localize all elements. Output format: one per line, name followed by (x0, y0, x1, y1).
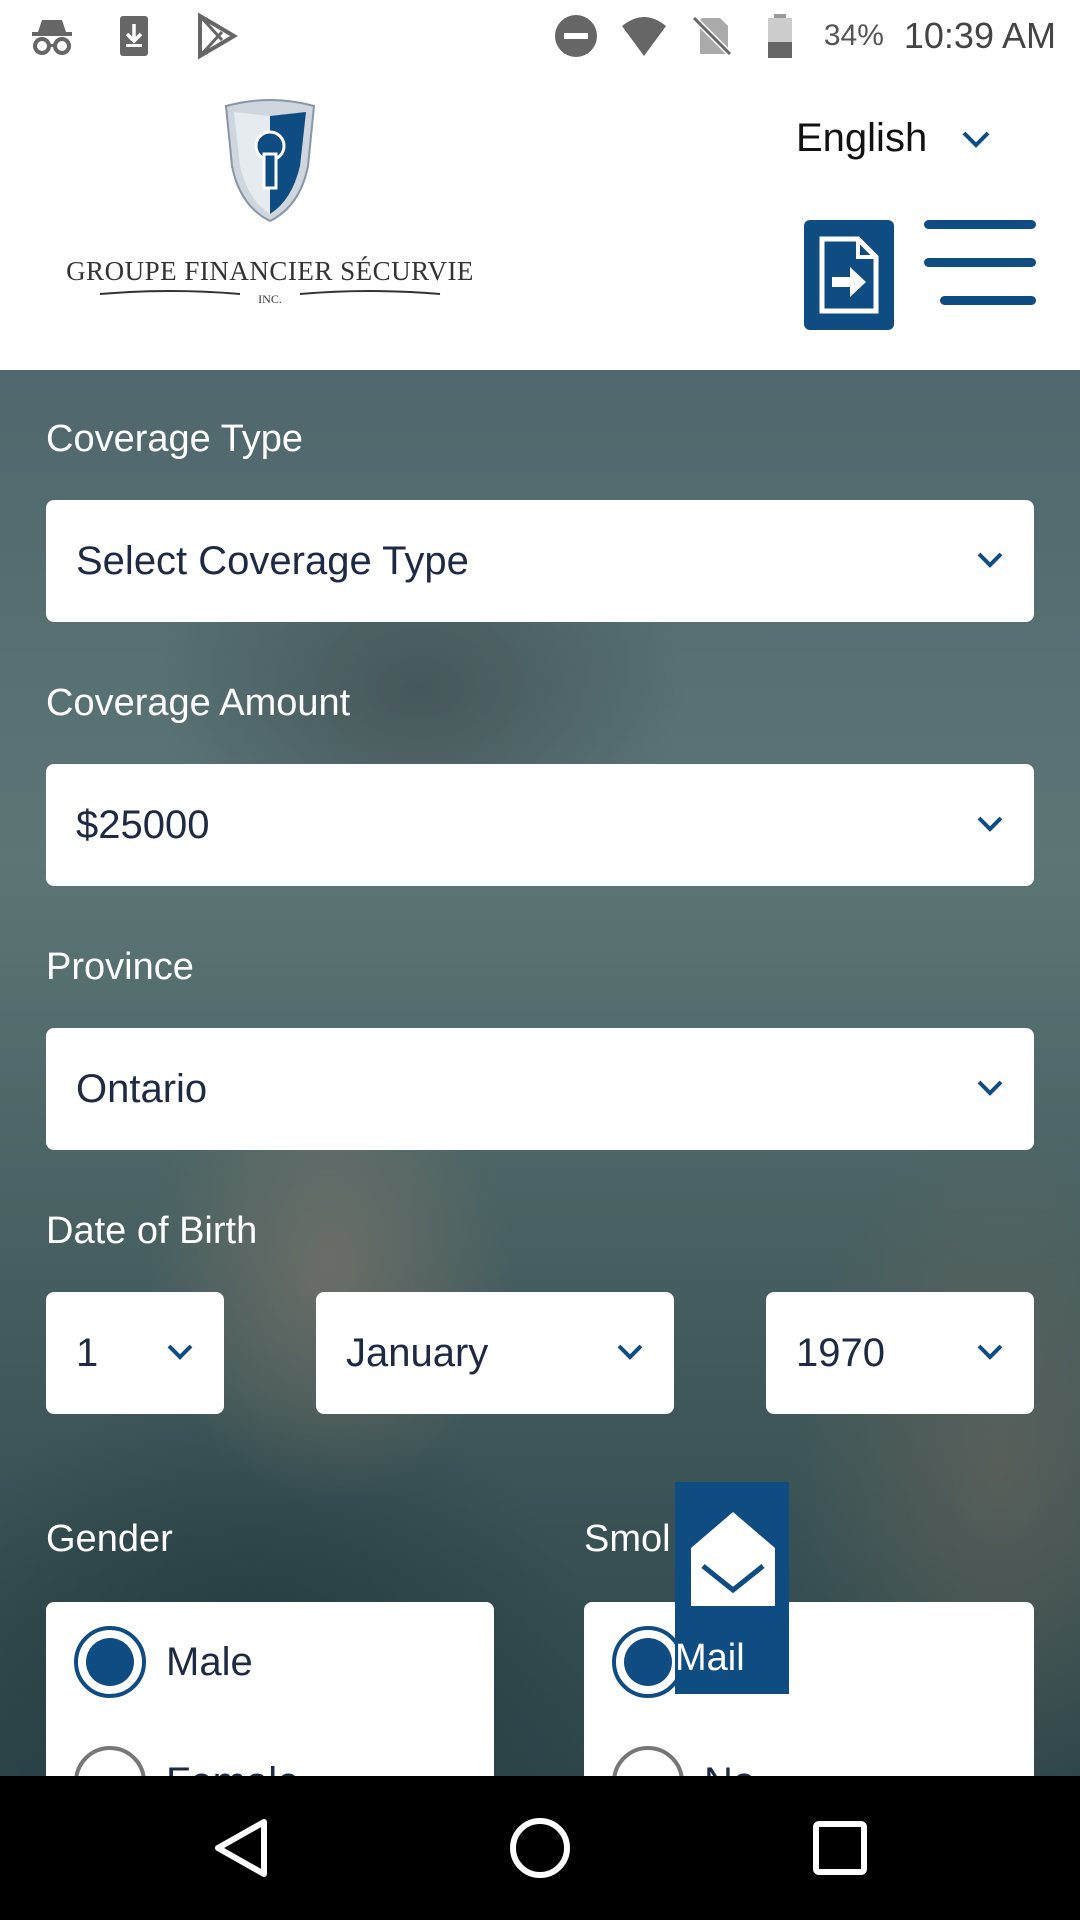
menu-line (924, 258, 1036, 267)
coverage-type-label: Coverage Type (46, 418, 304, 460)
chevron-down-icon (167, 1344, 193, 1360)
status-bar: 34% 10:39 AM (0, 0, 1080, 74)
chevron-down-icon (977, 816, 1003, 832)
coverage-amount-label: Coverage Amount (46, 682, 351, 724)
quote-form: Coverage Type Select Coverage Type Cover… (0, 370, 1080, 1776)
smoker-option-no[interactable]: No (612, 1746, 755, 1776)
logo-text: GROUPE FINANCIER SÉCURVIE (66, 256, 474, 286)
province-value: Ontario (76, 1067, 208, 1111)
gender-radio-group: Male Female (46, 1602, 494, 1776)
recents-button[interactable] (800, 1808, 880, 1888)
gender-option-label: Male (166, 1639, 253, 1684)
shield-keyhole-icon (224, 99, 316, 223)
coverage-amount-select[interactable]: $25000 (46, 764, 1034, 886)
dob-year-select[interactable]: 1970 (766, 1292, 1034, 1414)
radio-unselected-icon[interactable] (612, 1746, 684, 1776)
smoker-label: Smol (584, 1518, 671, 1560)
chevron-down-icon (617, 1344, 643, 1360)
mail-button[interactable]: Mail (675, 1482, 789, 1694)
back-triangle-icon (215, 1819, 267, 1877)
dob-day-value: 1 (76, 1331, 99, 1375)
play-store-icon (198, 12, 238, 60)
gender-option-label: Female (166, 1760, 299, 1777)
download-icon (120, 16, 148, 56)
province-label: Province (46, 946, 194, 988)
battery-icon (767, 14, 792, 58)
chevron-down-icon (977, 1080, 1003, 1096)
android-nav-bar (0, 1776, 1080, 1920)
radio-selected-icon[interactable] (74, 1626, 146, 1698)
quote-form-section: Coverage Type Select Coverage Type Cover… (0, 370, 1080, 1776)
radio-selected-icon[interactable] (612, 1626, 684, 1698)
gender-label: Gender (46, 1518, 173, 1560)
home-button[interactable] (500, 1808, 580, 1888)
gender-option-female[interactable]: Female (74, 1746, 299, 1776)
home-circle-icon (510, 1818, 570, 1878)
envelope-icon (691, 1512, 775, 1606)
coverage-amount-value: $25000 (76, 803, 210, 847)
back-button[interactable] (202, 1808, 282, 1888)
chevron-down-icon (962, 131, 990, 148)
smoker-option-label: No (704, 1760, 755, 1777)
mail-label: Mail (675, 1637, 745, 1679)
gender-option-male[interactable]: Male (74, 1626, 253, 1698)
menu-line (924, 220, 1036, 229)
coverage-type-select[interactable]: Select Coverage Type (46, 500, 1034, 622)
dob-day-select[interactable]: 1 (46, 1292, 224, 1414)
date-of-birth-label: Date of Birth (46, 1210, 258, 1252)
company-logo[interactable]: GROUPE FINANCIER SÉCURVIE INC. (60, 96, 480, 306)
site-header: GROUPE FINANCIER SÉCURVIE INC. English (0, 74, 1080, 370)
coverage-type-value: Select Coverage Type (76, 539, 469, 583)
smoker-radio-group: No (584, 1602, 1034, 1776)
radio-unselected-icon[interactable] (74, 1746, 146, 1776)
file-login-icon (819, 236, 879, 314)
dob-year-value: 1970 (796, 1331, 885, 1375)
incognito-icon (32, 20, 72, 55)
province-select[interactable]: Ontario (46, 1028, 1034, 1150)
logo-suffix: INC. (258, 292, 282, 306)
dob-month-value: January (346, 1331, 489, 1375)
wifi-icon (621, 17, 666, 56)
hamburger-menu-button[interactable] (924, 220, 1036, 310)
menu-line (940, 296, 1036, 305)
dob-month-select[interactable]: January (316, 1292, 674, 1414)
battery-percent: 34% (823, 19, 884, 52)
clock: 10:39 AM (903, 15, 1056, 56)
recents-square-icon (813, 1821, 867, 1875)
login-button[interactable] (804, 220, 894, 330)
no-sim-icon (691, 15, 732, 57)
language-selector[interactable]: English (796, 116, 991, 161)
chevron-down-icon (977, 1344, 1003, 1360)
chevron-down-icon (977, 552, 1003, 568)
do-not-disturb-icon (554, 15, 597, 57)
language-label: English (796, 116, 928, 160)
